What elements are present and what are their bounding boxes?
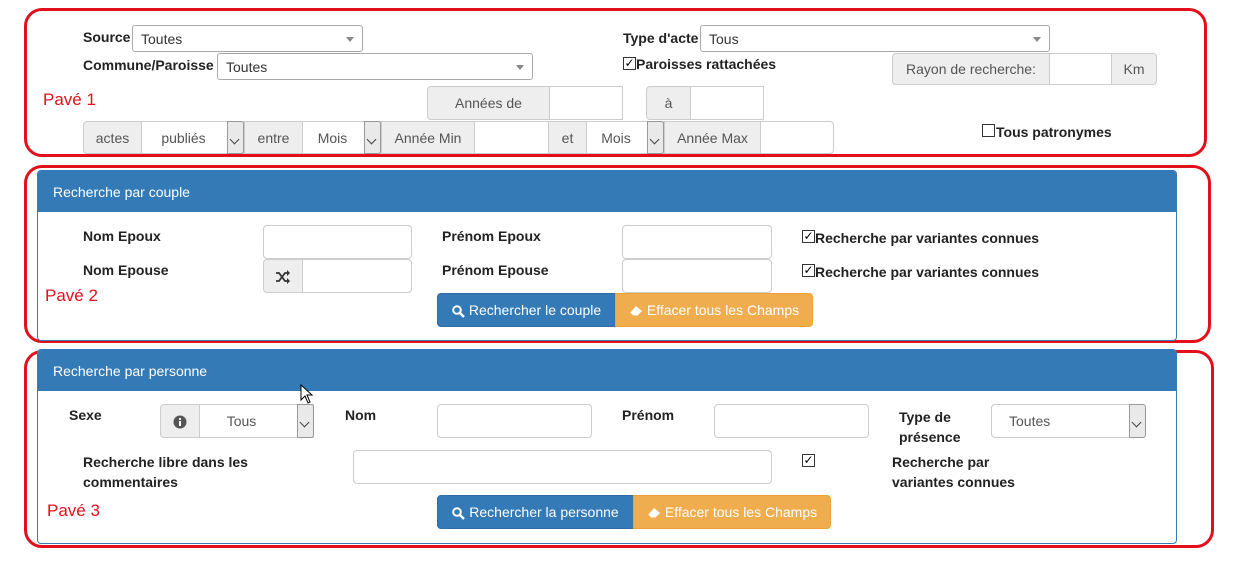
commune-value: Toutes (226, 59, 268, 75)
clear-personne-button[interactable]: Effacer tous les Champs (633, 495, 831, 529)
type-acte-value: Tous (709, 31, 739, 47)
clear-couple-button[interactable]: Effacer tous les Champs (615, 293, 813, 327)
source-label: Source (83, 29, 131, 45)
chevron-down-icon (297, 404, 314, 438)
commentaires-input[interactable] (353, 450, 772, 484)
shuffle-button[interactable] (263, 259, 303, 293)
actes-label: actes (83, 121, 142, 154)
pave2-label: Pavé 2 (45, 286, 98, 305)
pave1-label: Pavé 1 (43, 90, 96, 109)
type-presence-label: Type de présence (899, 407, 960, 447)
paroisses-label: Paroisses rattachées (636, 56, 777, 72)
type-acte-select[interactable]: Tous (700, 25, 1050, 52)
variantes2-label: Recherche par variantes connues (815, 264, 1040, 280)
entre-label: entre (244, 121, 303, 154)
publies-select[interactable]: publiés (141, 121, 244, 154)
search-personne-button[interactable]: Rechercher la personne (437, 495, 634, 529)
variantes1-checkbox[interactable]: ✓ (802, 230, 815, 243)
pave3-label: Pavé 3 (47, 501, 100, 520)
publies-value: publiés (161, 130, 206, 146)
chevron-down-icon (364, 121, 381, 154)
search-personne-label: Rechercher la personne (469, 504, 619, 520)
annee-max-label: Année Max (664, 121, 761, 154)
libre-label: Recherche libre dans les commentaires (83, 452, 248, 492)
annee-max-input[interactable] (760, 121, 834, 154)
rayon-input[interactable] (1049, 53, 1112, 85)
type-acte-label: Type d'acte (623, 30, 699, 46)
mois2-select[interactable]: Mois (586, 121, 664, 154)
clear-personne-label: Effacer tous les Champs (664, 504, 818, 520)
eraser-icon (629, 306, 642, 317)
type-presence-label-line2: présence (899, 429, 961, 445)
chevron-down-icon (1033, 37, 1041, 42)
libre-label-line1: Recherche libre dans les (83, 454, 248, 470)
a-label: à (646, 86, 691, 120)
variantes3-checkbox[interactable]: ✓ (802, 454, 815, 467)
a-input[interactable] (690, 86, 764, 120)
mois2-value: Mois (601, 130, 631, 146)
variantes1-label: Recherche par variantes connues (815, 230, 1040, 246)
variantes3-label: Recherche par variantes connues (892, 452, 1015, 492)
chevron-down-icon (516, 65, 524, 70)
variantes3-label-line2: variantes connues (892, 474, 1015, 490)
type-presence-label-line1: Type de (899, 409, 951, 425)
rayon-unit: Km (1111, 53, 1157, 85)
annee-min-label: Année Min (381, 121, 475, 154)
variantes3-label-line1: Recherche par (892, 454, 990, 470)
type-presence-value: Toutes (1009, 413, 1051, 429)
annees-de-input[interactable] (549, 86, 623, 120)
rayon-label: Rayon de recherche: (892, 53, 1050, 85)
personne-panel-title: Recherche par personne (38, 350, 1176, 391)
prenom-label: Prénom (622, 407, 675, 423)
mois1-select[interactable]: Mois (302, 121, 381, 154)
libre-label-line2: commentaires (83, 474, 178, 490)
eraser-icon (647, 508, 660, 519)
prenom-epoux-label: Prénom Epoux (442, 228, 541, 244)
nom-epoux-label: Nom Epoux (83, 228, 161, 244)
nom-epouse-input[interactable] (302, 259, 412, 293)
prenom-epouse-input[interactable] (622, 259, 772, 293)
search-couple-button[interactable]: Rechercher le couple (437, 293, 616, 327)
paroisses-checkbox[interactable]: ✓ (623, 57, 636, 70)
annees-de-label: Années de (427, 86, 550, 120)
search-couple-label: Rechercher le couple (468, 302, 602, 318)
shuffle-icon (276, 270, 290, 285)
nom-epoux-input[interactable] (263, 225, 412, 259)
sexe-label: Sexe (69, 407, 102, 423)
type-presence-select[interactable]: Toutes (991, 404, 1146, 438)
chevron-down-icon (346, 37, 354, 42)
variantes2-checkbox[interactable]: ✓ (802, 264, 815, 277)
nom-epouse-label: Nom Epouse (83, 262, 169, 278)
commune-select[interactable]: Toutes (217, 53, 533, 80)
clear-couple-label: Effacer tous les Champs (646, 302, 800, 318)
info-icon (173, 415, 187, 429)
chevron-down-icon (1129, 404, 1146, 438)
chevron-down-icon (647, 121, 664, 154)
couple-panel-title: Recherche par couple (38, 171, 1176, 212)
prenom-epouse-label: Prénom Epouse (442, 262, 549, 278)
source-select[interactable]: Toutes (132, 25, 363, 52)
search-icon (452, 506, 466, 520)
mois1-value: Mois (317, 130, 348, 146)
sexe-select[interactable]: Tous (199, 404, 314, 438)
tous-patronymes-checkbox[interactable] (982, 124, 995, 137)
annee-min-input[interactable] (474, 121, 549, 154)
sexe-info-addon (160, 404, 200, 438)
prenom-input[interactable] (714, 404, 869, 438)
tous-patronymes-label: Tous patronymes (996, 124, 1112, 140)
sexe-value: Tous (226, 413, 257, 429)
prenom-epoux-input[interactable] (622, 225, 772, 259)
et-label: et (548, 121, 587, 154)
search-icon (452, 304, 465, 318)
chevron-down-icon (227, 121, 244, 154)
mouse-cursor-icon (300, 384, 314, 404)
source-value: Toutes (141, 31, 183, 47)
commune-label: Commune/Paroisse (83, 57, 214, 73)
nom-input[interactable] (437, 404, 592, 438)
nom-label: Nom (345, 407, 377, 423)
